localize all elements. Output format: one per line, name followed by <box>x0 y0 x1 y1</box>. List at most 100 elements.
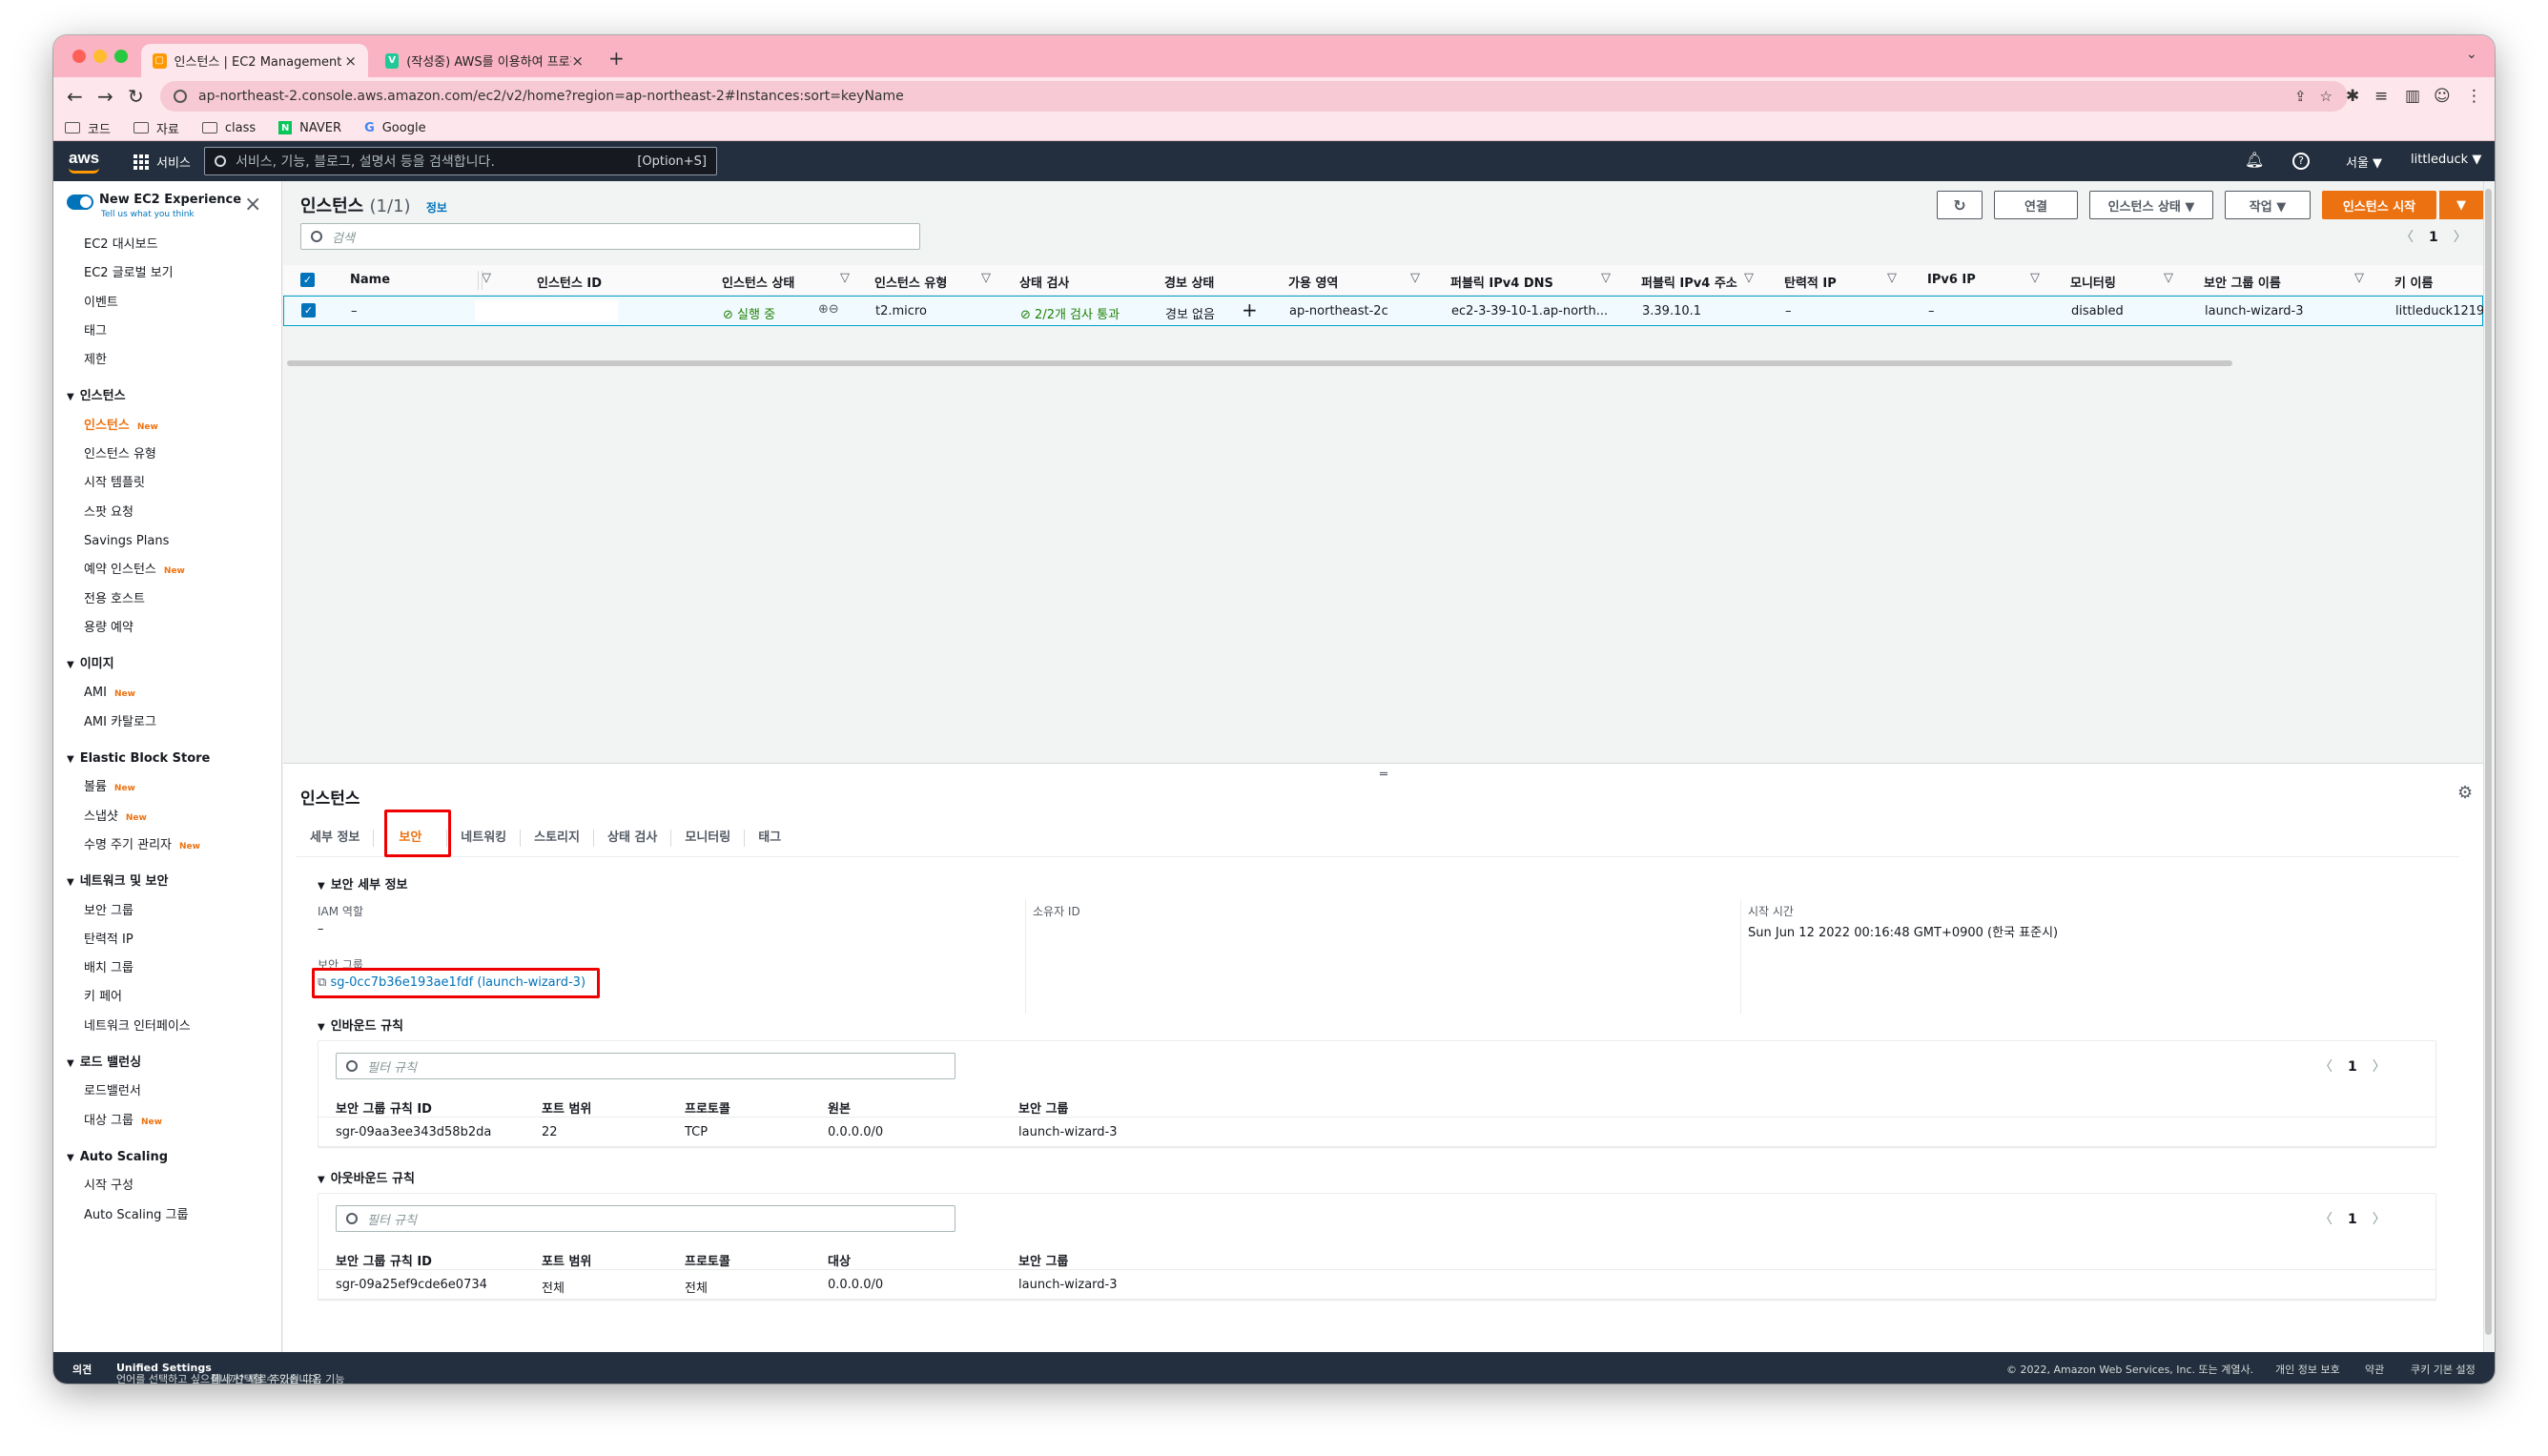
filter-chevron-icon[interactable]: ▽ <box>2164 271 2173 285</box>
forward-icon[interactable]: → <box>97 85 113 108</box>
console-search-input[interactable]: 서비스, 기능, 블로그, 설명서 등을 검색합니다. [Option+S] <box>204 147 717 175</box>
column-header-rule-id[interactable]: 보안 그룹 규칙 ID <box>336 1098 432 1117</box>
minimize-window-button[interactable] <box>93 50 107 63</box>
sidebar-item-launch-templates[interactable]: 시작 템플릿 <box>53 469 282 498</box>
column-header-public-dns[interactable]: 퍼블릭 IPv4 DNS <box>1450 273 1553 291</box>
feedback-link[interactable]: Tell us what you think <box>101 210 195 219</box>
column-header-name[interactable]: Name <box>350 273 390 287</box>
instances-search-input[interactable]: 검색 <box>300 223 920 250</box>
sidebar-item-ec2-dashboard[interactable]: EC2 대시보드 <box>53 231 282 259</box>
filter-chevron-icon[interactable]: ▽ <box>482 271 491 285</box>
actions-button[interactable]: 작업 ▼ <box>2225 191 2311 219</box>
next-page-icon[interactable]: 〉 <box>2373 1212 2386 1227</box>
back-icon[interactable]: ← <box>67 85 83 108</box>
column-header-monitoring[interactable]: 모니터링 <box>2070 273 2116 291</box>
new-ec2-experience-toggle[interactable] <box>67 195 93 210</box>
cookie-preferences-link[interactable]: 쿠키 기본 설정 <box>2411 1362 2476 1377</box>
outbound-filter-input[interactable]: 필터 규칙 <box>336 1205 956 1232</box>
prev-page-icon[interactable]: 〈 <box>2400 230 2414 245</box>
filter-chevron-icon[interactable]: ▽ <box>2354 271 2364 285</box>
bookmark-folder-code[interactable]: 코드 <box>65 119 111 137</box>
row-checkbox[interactable]: ✓ <box>301 303 316 318</box>
filter-chevron-icon[interactable]: ▽ <box>1744 271 1754 285</box>
column-header-protocol[interactable]: 프로토콜 <box>685 1251 730 1269</box>
prev-page-icon[interactable]: 〈 <box>2319 1212 2332 1227</box>
column-header-source[interactable]: 원본 <box>828 1098 851 1117</box>
column-header-port-range[interactable]: 포트 범위 <box>542 1098 591 1117</box>
filter-chevron-icon[interactable]: ▽ <box>2030 271 2040 285</box>
site-info-icon[interactable] <box>174 90 187 103</box>
launch-dropdown-button[interactable]: ▼ <box>2438 191 2484 219</box>
inbound-filter-input[interactable]: 필터 규칙 <box>336 1053 956 1079</box>
account-menu[interactable]: littleduck ▼ <box>2411 153 2481 167</box>
sidebar-item-limits[interactable]: 제한 <box>53 346 282 375</box>
region-selector[interactable]: 서울 ▼ <box>2346 153 2382 171</box>
sidebar-item-dedicated-hosts[interactable]: 전용 호스트 <box>53 585 282 614</box>
sidebar-item-ami-catalog[interactable]: AMI 카탈로그 <box>53 708 282 737</box>
tab-storage[interactable]: 스토리지 <box>521 829 594 847</box>
aws-logo[interactable]: aws <box>69 149 99 174</box>
column-header-elastic-ip[interactable]: 탄력적 IP <box>1784 273 1837 291</box>
instance-state-button[interactable]: 인스턴스 상태 ▼ <box>2089 191 2213 219</box>
sidebar-item-global-view[interactable]: EC2 글로벌 보기 <box>53 259 282 288</box>
feedback-link[interactable]: 의견 <box>72 1362 92 1377</box>
detail-settings-gear-icon[interactable]: ⚙ <box>2457 783 2473 803</box>
tab-tags[interactable]: 태그 <box>745 830 794 847</box>
sidebar-item-load-balancers[interactable]: 로드밸런서 <box>53 1077 282 1106</box>
launch-instances-button[interactable]: 인스턴스 시작 <box>2322 191 2436 219</box>
column-header-instance-state[interactable]: 인스턴스 상태 <box>722 273 794 291</box>
sidebar-item-launch-configurations[interactable]: 시작 구성 <box>53 1172 282 1200</box>
sidebar-item-spot-requests[interactable]: 스팟 요청 <box>53 499 282 527</box>
refresh-button[interactable]: ↻ <box>1937 191 1983 219</box>
browser-menu-icon[interactable]: ⋮ <box>2466 87 2482 106</box>
sidebar-item-ami[interactable]: AMI New <box>53 679 282 707</box>
services-grid-icon[interactable] <box>134 154 149 170</box>
column-header-ipv6[interactable]: IPv6 IP <box>1927 273 1976 287</box>
close-tab-icon[interactable]: × <box>344 52 357 70</box>
privacy-link[interactable]: 개인 정보 보호 <box>2275 1362 2340 1377</box>
share-icon[interactable]: ⇪ <box>2294 88 2307 105</box>
close-window-button[interactable] <box>72 50 86 63</box>
sidebar-item-tags[interactable]: 태그 <box>53 318 282 346</box>
table-row[interactable]: ✓ – ⊘ 실행 중 ⊕⊖ t2.micro ⊘ 2/2개 검사 통과 경보 없… <box>283 296 2484 326</box>
browser-tab-velog[interactable]: V (작성중) AWS를 이용하여 프로젝트 × <box>374 44 595 77</box>
column-header-status-check[interactable]: 상태 검사 <box>1019 273 1069 291</box>
prev-page-icon[interactable]: 〈 <box>2319 1059 2332 1075</box>
sidebar-item-target-groups[interactable]: 대상 그룹 New <box>53 1107 282 1136</box>
info-link[interactable]: 정보 <box>426 201 447 215</box>
profile-avatar-icon[interactable]: ☺ <box>2434 87 2451 106</box>
add-alarm-icon[interactable]: + <box>1242 298 1258 321</box>
sidebar-item-security-groups[interactable]: 보안 그룹 <box>53 897 282 926</box>
security-group-name[interactable]: launch-wizard-3 <box>2205 304 2304 318</box>
services-menu[interactable]: 서비스 <box>156 153 191 171</box>
sidebar-section-auto-scaling[interactable]: Auto Scaling <box>53 1143 282 1172</box>
sidebar-item-lifecycle-manager[interactable]: 수명 주기 관리자 New <box>53 831 282 860</box>
reload-icon[interactable]: ↻ <box>128 85 144 108</box>
instance-id-redacted[interactable] <box>475 300 618 321</box>
address-bar[interactable]: ap-northeast-2.console.aws.amazon.com/ec… <box>160 81 2348 112</box>
page-scrollbar-thumb[interactable] <box>2485 189 2492 1335</box>
filter-chevron-icon[interactable]: ▽ <box>840 271 850 285</box>
bookmark-star-icon[interactable]: ☆ <box>2320 88 2332 105</box>
tab-status-checks[interactable]: 상태 검사 <box>594 829 672 847</box>
sidebar-section-ebs[interactable]: Elastic Block Store <box>53 745 282 773</box>
browser-tab-ec2[interactable]: ▢ 인스턴스 | EC2 Management Co × <box>141 44 368 77</box>
current-page[interactable]: 1 <box>2348 1212 2357 1227</box>
column-header-rule-id[interactable]: 보안 그룹 규칙 ID <box>336 1251 432 1269</box>
resize-handle-icon[interactable]: ═ <box>1380 768 1387 782</box>
filter-chevron-icon[interactable]: ▽ <box>981 271 991 285</box>
table-horizontal-scrollbar[interactable] <box>283 359 2483 368</box>
filter-chevron-icon[interactable]: ▽ <box>1887 271 1897 285</box>
bookmark-naver[interactable]: N NAVER <box>278 121 341 135</box>
bookmark-folder-class[interactable]: class <box>201 121 256 135</box>
close-sidebar-icon[interactable]: × <box>244 193 261 216</box>
sidebar-item-reserved-instances[interactable]: 예약 인스턴스 New <box>53 556 282 584</box>
filter-chevron-icon[interactable]: ▽ <box>1410 271 1420 285</box>
select-all-checkbox[interactable]: ✓ <box>300 273 315 287</box>
notifications-bell-icon[interactable]: 🔔︎ <box>2245 151 2264 169</box>
next-page-icon[interactable]: 〉 <box>2454 230 2467 245</box>
sidebar-item-auto-scaling-groups[interactable]: Auto Scaling 그룹 <box>53 1201 282 1230</box>
tab-monitoring[interactable]: 모니터링 <box>671 829 746 847</box>
sidebar-item-savings-plans[interactable]: Savings Plans <box>53 527 282 556</box>
column-header-key-name[interactable]: 키 이름 <box>2394 273 2433 291</box>
